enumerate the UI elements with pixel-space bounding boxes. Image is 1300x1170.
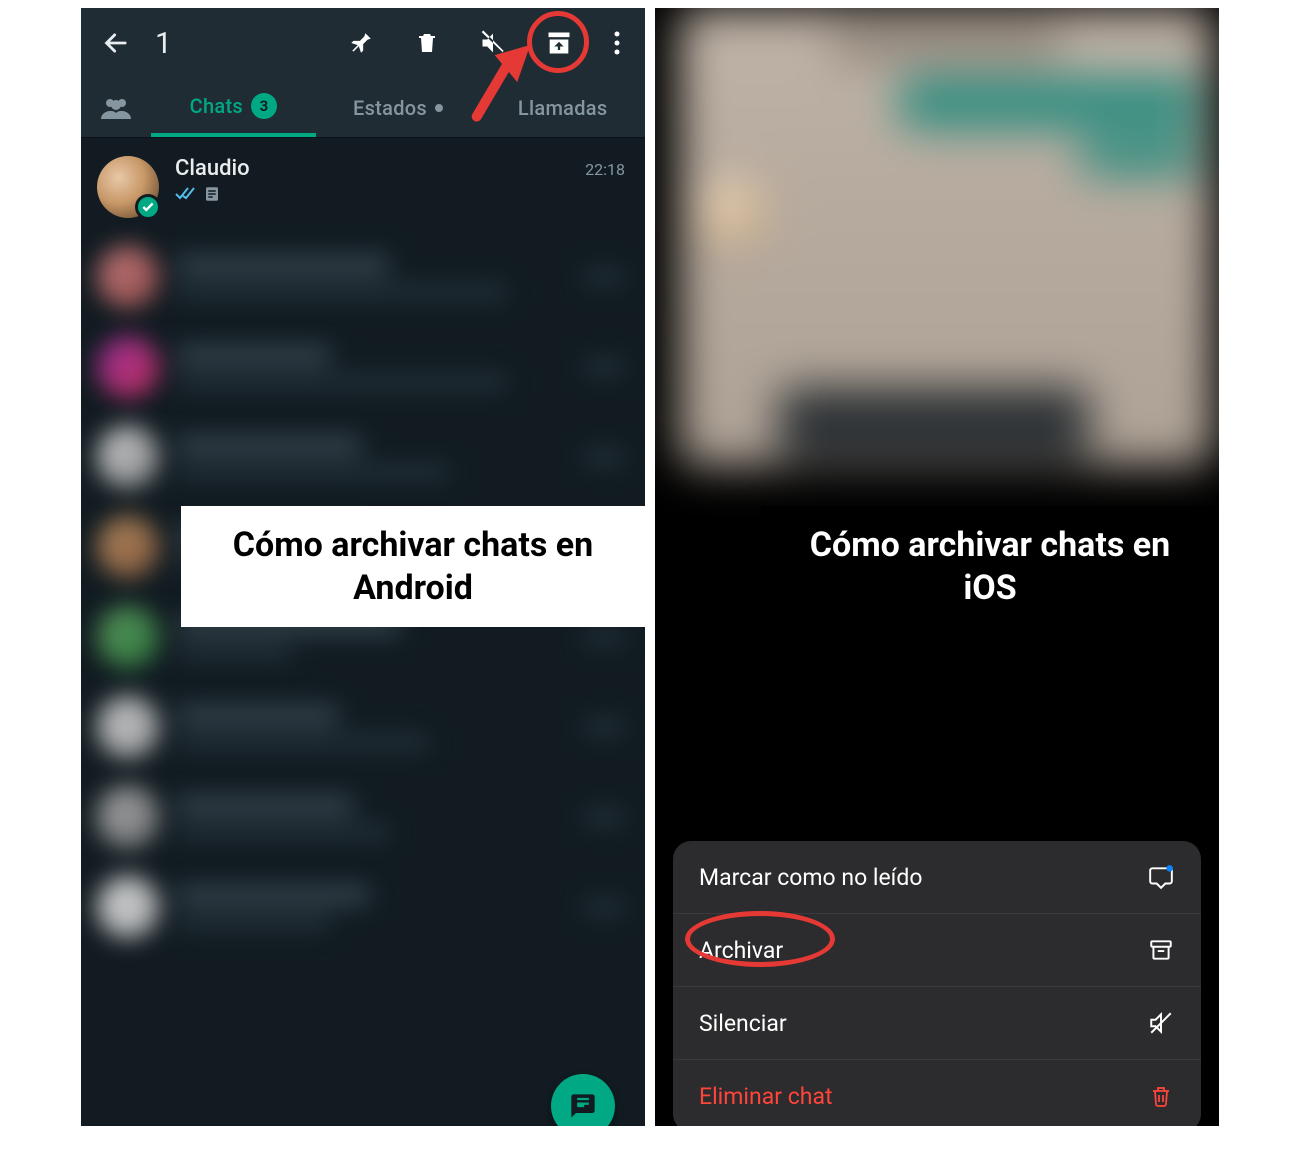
menu-item-unread[interactable]: Marcar como no leído <box>673 841 1201 914</box>
menu-item-delete[interactable]: Eliminar chat <box>673 1060 1201 1126</box>
read-ticks-icon <box>175 186 197 206</box>
chat-row-blurred[interactable] <box>81 772 645 862</box>
tab-chats[interactable]: Chats 3 <box>151 78 316 137</box>
tab-status[interactable]: Estados <box>316 96 481 120</box>
chat-row-blurred[interactable] <box>81 232 645 322</box>
menu-item-label: Silenciar <box>699 1010 787 1037</box>
chat-row-selected[interactable]: Claudio 22:18 <box>81 142 645 232</box>
menu-item-label: Eliminar chat <box>699 1083 832 1110</box>
community-tab-icon[interactable] <box>81 97 151 119</box>
chat-row-blurred[interactable] <box>81 862 645 952</box>
avatar <box>97 156 159 218</box>
more-icon[interactable] <box>597 15 637 71</box>
chat-name: Claudio <box>175 156 250 181</box>
tab-chats-badge: 3 <box>251 93 277 119</box>
selection-count: 1 <box>155 26 333 61</box>
status-dot-icon <box>435 104 443 112</box>
tab-calls-label: Llamadas <box>518 96 608 120</box>
tab-status-label: Estados <box>353 96 427 120</box>
ios-chat-preview <box>655 8 1219 796</box>
chat-row-blurred[interactable] <box>81 682 645 772</box>
pin-icon[interactable] <box>333 15 389 71</box>
archive-box-icon <box>1147 936 1175 964</box>
chat-row-blurred[interactable] <box>81 412 645 502</box>
chat-time: 22:18 <box>585 160 625 179</box>
ios-panel: Cómo archivar chats en iOS Marcar como n… <box>655 8 1219 1126</box>
document-icon <box>203 185 221 207</box>
new-chat-fab[interactable] <box>551 1074 615 1126</box>
tab-chats-label: Chats <box>190 94 243 118</box>
menu-item-mute[interactable]: Silenciar <box>673 987 1201 1060</box>
selection-toolbar: 1 <box>81 8 645 78</box>
unread-icon <box>1147 863 1175 891</box>
top-tabs: Chats 3 Estados Llamadas <box>81 78 645 138</box>
menu-item-label: Archivar <box>699 937 783 964</box>
trash-icon <box>1147 1082 1175 1110</box>
selected-check-icon <box>135 194 161 220</box>
chat-row-blurred[interactable] <box>81 322 645 412</box>
delete-icon[interactable] <box>399 15 455 71</box>
menu-item-archive[interactable]: Archivar <box>673 914 1201 987</box>
caption-android: Cómo archivar chats en Android <box>181 506 645 627</box>
mute-speaker-icon <box>1147 1009 1175 1037</box>
menu-item-label: Marcar como no leído <box>699 864 922 891</box>
context-menu: Marcar como no leído Archivar Silenciar … <box>673 841 1201 1126</box>
caption-ios: Cómo archivar chats en iOS <box>761 506 1219 627</box>
back-arrow-icon[interactable] <box>97 23 137 63</box>
android-panel: 1 <box>81 8 645 1126</box>
